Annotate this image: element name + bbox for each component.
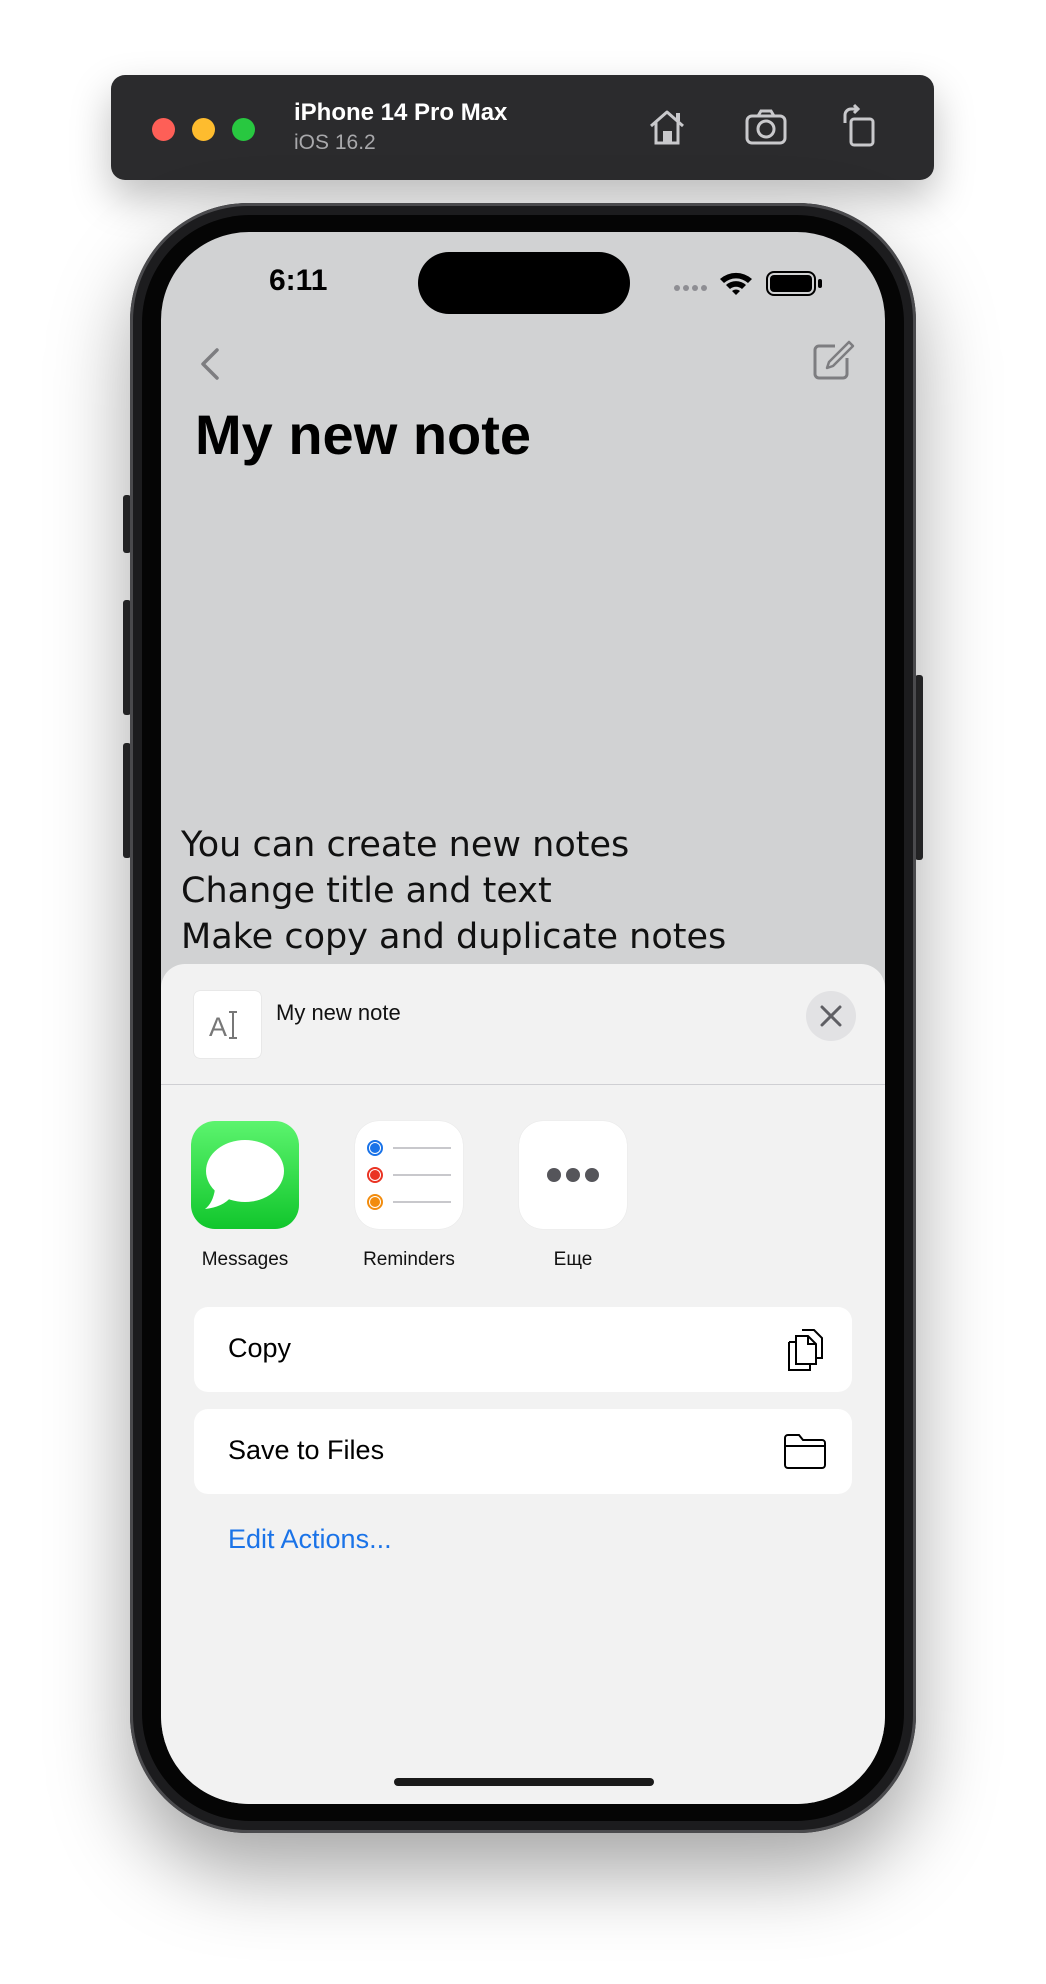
- edit-actions-link[interactable]: Edit Actions...: [228, 1524, 392, 1555]
- note-line: You can create new notes: [181, 825, 630, 865]
- power-button: [915, 675, 923, 860]
- copy-action[interactable]: Copy: [194, 1307, 852, 1392]
- screenshot-icon: [745, 109, 787, 145]
- save-to-files-action[interactable]: Save to Files: [194, 1409, 852, 1494]
- cellular-icon: [674, 285, 707, 291]
- wifi-icon: [720, 272, 752, 295]
- share-app-messages[interactable]: Messages: [191, 1121, 299, 1270]
- share-app-more[interactable]: Еще: [519, 1121, 627, 1270]
- copy-icon: [788, 1329, 823, 1371]
- document-thumbnail: A: [194, 991, 261, 1058]
- reminders-icon: [355, 1121, 463, 1229]
- share-app-label: Еще: [553, 1249, 593, 1270]
- home-button[interactable]: [643, 103, 691, 151]
- status-time: 6:11: [269, 264, 328, 297]
- share-item-title: My new note: [276, 1000, 401, 1025]
- share-sheet: A My new note Messages Reminders Еще Cop…: [161, 964, 885, 1804]
- svg-text:A: A: [209, 1012, 227, 1040]
- note-body[interactable]: You can create new notes Change title an…: [181, 822, 726, 960]
- action-label: Copy: [228, 1333, 292, 1363]
- note-title[interactable]: My new note: [195, 402, 531, 467]
- note-line: Change title and text: [181, 871, 552, 911]
- messages-icon: [191, 1121, 299, 1229]
- status-icons: [673, 268, 825, 296]
- home-icon: [650, 110, 684, 145]
- share-app-label: Messages: [201, 1249, 289, 1270]
- share-app-label: Reminders: [363, 1249, 455, 1270]
- text-document-icon: A: [209, 1011, 237, 1040]
- share-sheet-header: A My new note: [161, 964, 885, 1085]
- dynamic-island: [418, 252, 630, 314]
- minimize-window-button[interactable]: [192, 118, 215, 141]
- share-app-reminders[interactable]: Reminders: [355, 1121, 463, 1270]
- chevron-left-icon: [201, 348, 219, 380]
- phone-screen: 6:11 My new note You can create new note…: [161, 232, 885, 1804]
- rotate-button[interactable]: [837, 103, 885, 151]
- zoom-window-button[interactable]: [232, 118, 255, 141]
- compose-icon: [813, 340, 855, 380]
- home-indicator[interactable]: [394, 1778, 654, 1786]
- device-name: iPhone 14 Pro Max: [294, 99, 508, 126]
- rotate-icon: [843, 103, 875, 147]
- compose-button[interactable]: [809, 338, 855, 384]
- back-button[interactable]: [191, 344, 231, 384]
- battery-icon: [766, 271, 822, 296]
- os-version: iOS 16.2: [294, 131, 376, 154]
- close-window-button[interactable]: [152, 118, 175, 141]
- close-share-sheet-button[interactable]: [806, 991, 856, 1041]
- more-icon: [519, 1121, 627, 1229]
- note-line: Make copy and duplicate notes: [181, 917, 727, 957]
- close-icon: [820, 1005, 842, 1027]
- screenshot-button[interactable]: [742, 103, 790, 151]
- action-label: Save to Files: [228, 1435, 385, 1465]
- simulator-toolbar: iPhone 14 Pro Max iOS 16.2: [111, 75, 934, 180]
- folder-icon: [784, 1434, 826, 1469]
